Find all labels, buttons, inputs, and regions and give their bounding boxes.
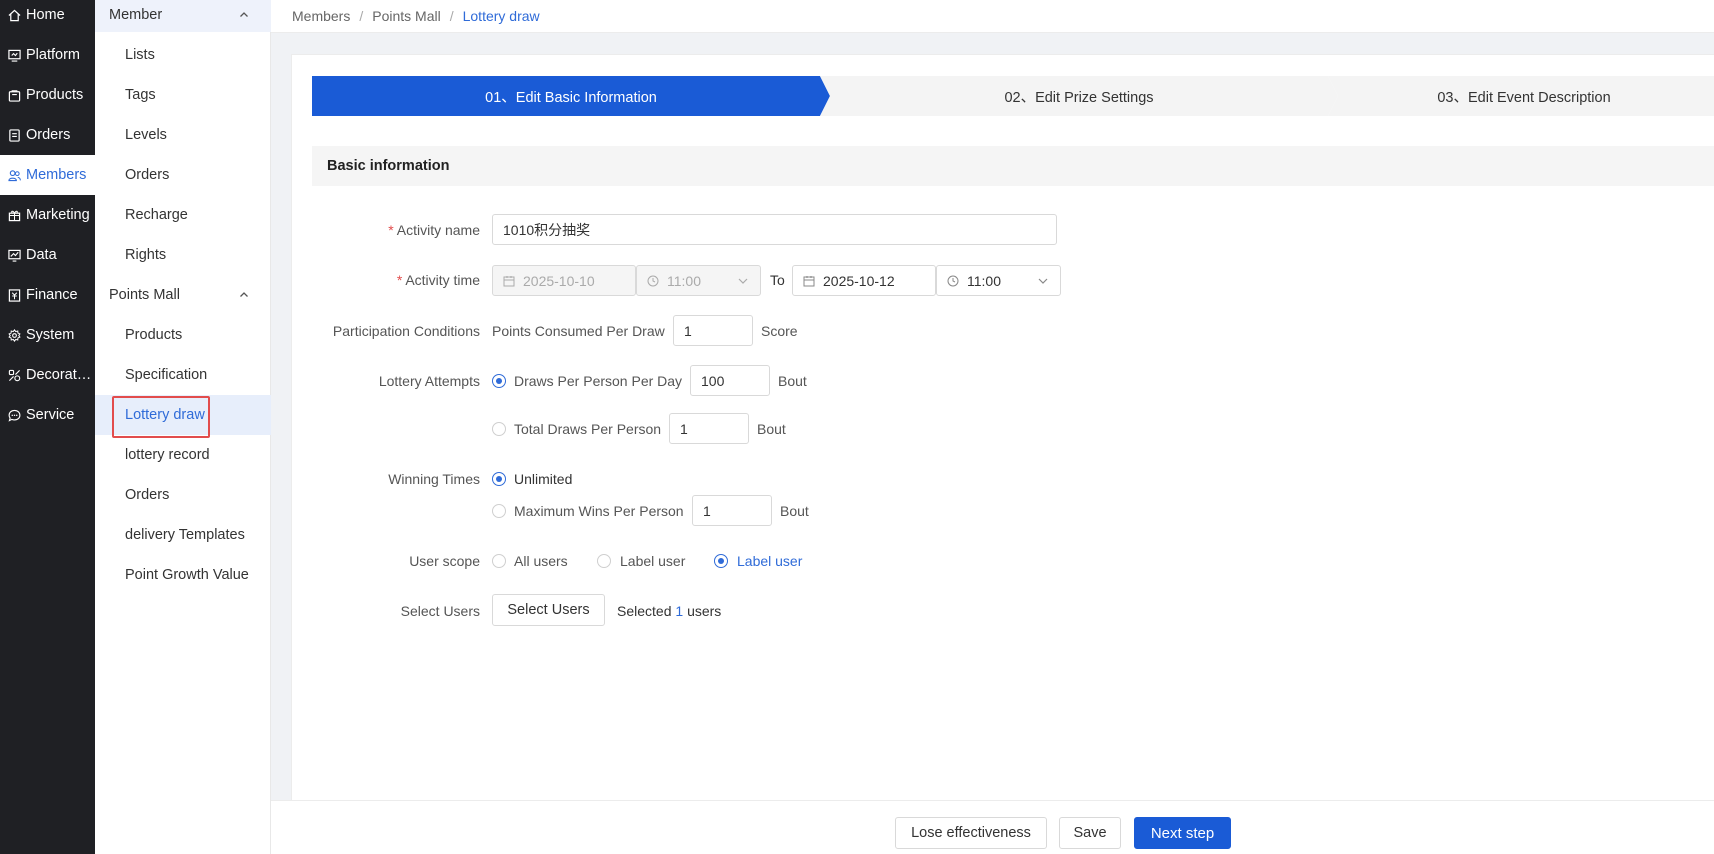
users-icon	[8, 169, 21, 182]
document-icon	[8, 128, 21, 142]
breadcrumb-points-mall[interactable]: Points Mall	[372, 8, 440, 24]
scope-label-radio-2[interactable]	[714, 554, 728, 568]
sidebar-item-levels[interactable]: Levels	[95, 115, 271, 155]
nav-decoration[interactable]: Decorat…	[0, 355, 95, 395]
total-draws-input[interactable]: 1	[669, 413, 749, 444]
to-label: To	[770, 272, 785, 288]
sidebar-item-delivery-templates[interactable]: delivery Templates	[95, 515, 271, 555]
sidebar-item-member-orders[interactable]: Orders	[95, 155, 271, 195]
step-3[interactable]: 03、Edit Event Description	[1328, 76, 1714, 116]
points-per-draw-input[interactable]: 1	[673, 315, 753, 346]
chevron-up-icon	[240, 291, 248, 297]
breadcrumb-current: Lottery draw	[462, 8, 540, 24]
sidebar-item-lottery-draw[interactable]: Lottery draw	[95, 395, 271, 438]
max-wins-input[interactable]: 1	[692, 495, 772, 526]
start-date-input[interactable]: 2025-10-10	[492, 265, 636, 296]
clock-icon	[647, 275, 659, 287]
finance-icon	[8, 288, 21, 302]
calendar-icon	[803, 275, 815, 287]
gear-icon	[8, 328, 21, 342]
nav-data[interactable]: Data	[0, 235, 95, 275]
chevron-down-icon	[738, 278, 748, 284]
max-wins-label: Maximum Wins Per Person	[514, 503, 684, 519]
group-member[interactable]: Member	[95, 0, 271, 32]
sidebar-item-rights[interactable]: Rights	[95, 235, 271, 275]
save-button[interactable]: Save	[1059, 817, 1121, 849]
nav-service[interactable]: Service	[0, 395, 95, 435]
total-draws-label: Total Draws Per Person	[514, 421, 662, 437]
selected-count: 1	[675, 603, 684, 619]
end-time-input[interactable]: 11:00	[936, 265, 1061, 296]
sidebar-item-points-orders[interactable]: Orders	[95, 475, 271, 515]
gift-icon	[8, 209, 21, 222]
user-scope-label: User scope	[409, 553, 480, 569]
per-day-unit: Bout	[778, 373, 807, 389]
chevron-down-icon	[1038, 278, 1048, 284]
nav-orders[interactable]: Orders	[0, 115, 95, 155]
attempts-label: Lottery Attempts	[378, 373, 480, 389]
max-wins-radio[interactable]	[492, 504, 506, 518]
lose-effectiveness-button[interactable]: Lose effectiveness	[895, 817, 1047, 849]
nav-finance[interactable]: Finance	[0, 275, 95, 315]
nav-products[interactable]: Products	[0, 75, 95, 115]
sidebar-item-specification[interactable]: Specification	[95, 355, 271, 395]
nav-home[interactable]: Home	[0, 0, 95, 35]
step-1[interactable]: 01、Edit Basic Information	[312, 76, 830, 116]
sidebar-item-lottery-record[interactable]: lottery record	[95, 435, 271, 475]
total-draws-unit: Bout	[757, 421, 786, 437]
group-points-mall[interactable]: Points Mall	[95, 277, 271, 312]
calendar-icon	[503, 275, 515, 287]
primary-sidebar: Home Platform Products Orders Members Ma…	[0, 0, 95, 854]
breadcrumb: Members / Points Mall / Lottery draw	[271, 0, 1714, 33]
sidebar-item-lists[interactable]: Lists	[95, 35, 271, 75]
points-unit: Score	[761, 323, 798, 339]
per-day-radio[interactable]	[492, 374, 506, 388]
max-wins-unit: Bout	[780, 503, 809, 519]
activity-name-label: * Activity name	[388, 222, 480, 238]
winning-times-label: Winning Times	[388, 471, 480, 487]
secondary-sidebar: Member Lists Tags Levels Orders Recharge…	[95, 0, 271, 854]
activity-name-input[interactable]: 1010积分抽奖	[492, 214, 1057, 245]
activity-time-label: * Activity time	[396, 272, 480, 288]
start-time-input[interactable]: 11:00	[636, 265, 761, 296]
chart-icon	[8, 249, 21, 262]
unlimited-label: Unlimited	[514, 471, 573, 487]
sidebar-item-tags[interactable]: Tags	[95, 75, 271, 115]
section-title: Basic information	[312, 146, 1714, 186]
scope-all-radio[interactable]	[492, 554, 506, 568]
next-step-button[interactable]: Next step	[1134, 817, 1231, 849]
nav-marketing[interactable]: Marketing	[0, 195, 95, 235]
nav-platform[interactable]: Platform	[0, 35, 95, 75]
step-2[interactable]: 02、Edit Prize Settings	[820, 76, 1338, 116]
scope-label-2: Label user	[737, 553, 803, 569]
nav-system[interactable]: System	[0, 315, 95, 355]
app-root: Home Platform Products Orders Members Ma…	[0, 0, 1714, 854]
chat-icon	[8, 409, 21, 422]
scope-label-radio-1[interactable]	[597, 554, 611, 568]
unlimited-radio[interactable]	[492, 472, 506, 486]
per-day-input[interactable]: 100	[690, 365, 770, 396]
nav-members[interactable]: Members	[0, 155, 95, 195]
sidebar-item-point-growth-value[interactable]: Point Growth Value	[95, 555, 271, 595]
chevron-up-icon	[240, 11, 248, 17]
breadcrumb-members[interactable]: Members	[292, 8, 350, 24]
decoration-icon	[8, 369, 21, 382]
home-icon	[8, 9, 21, 22]
sidebar-item-recharge[interactable]: Recharge	[95, 195, 271, 235]
end-date-input[interactable]: 2025-10-12	[792, 265, 936, 296]
total-draws-radio[interactable]	[492, 422, 506, 436]
sidebar-item-points-products[interactable]: Products	[95, 315, 271, 355]
scope-label-1: Label user	[620, 553, 686, 569]
points-per-draw-label: Points Consumed Per Draw	[492, 323, 665, 339]
selected-count-text: Selected 1 users	[617, 603, 722, 619]
bag-icon	[8, 89, 21, 102]
monitor-icon	[8, 49, 21, 62]
scope-all-label: All users	[514, 553, 568, 569]
select-users-label: Select Users	[400, 603, 480, 619]
per-day-label: Draws Per Person Per Day	[514, 373, 683, 389]
step-bar: 01、Edit Basic Information 02、Edit Prize …	[312, 76, 1714, 116]
clock-icon	[947, 275, 959, 287]
participation-label: Participation Conditions	[332, 323, 480, 339]
select-users-button[interactable]: Select Users	[492, 594, 605, 626]
